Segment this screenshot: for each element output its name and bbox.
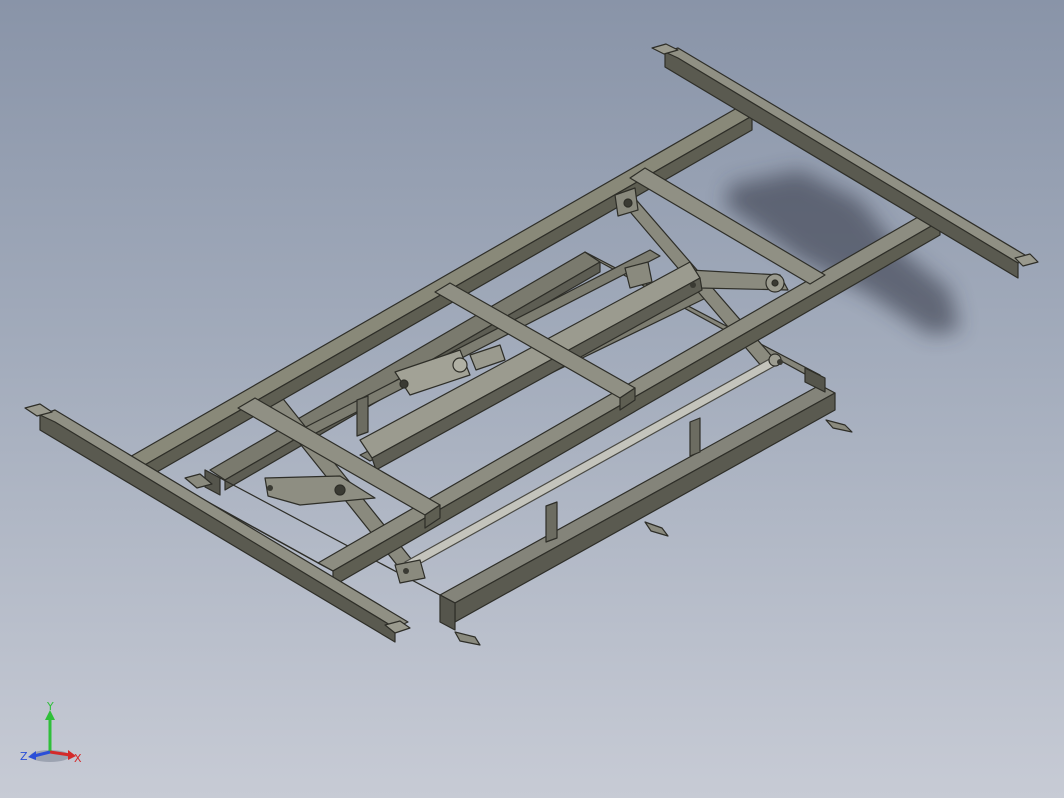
graphics-viewport[interactable]: Y X Z bbox=[0, 0, 1064, 798]
end-beam-left bbox=[24, 403, 411, 643]
y-axis-label: Y bbox=[46, 700, 54, 713]
scissor-lift-frame-model[interactable] bbox=[0, 0, 1064, 798]
x-axis-label: X bbox=[74, 752, 82, 765]
y-axis-arrow-icon bbox=[45, 710, 55, 752]
axis-triad: Y X Z bbox=[20, 700, 82, 765]
z-axis-label: Z bbox=[20, 750, 28, 763]
